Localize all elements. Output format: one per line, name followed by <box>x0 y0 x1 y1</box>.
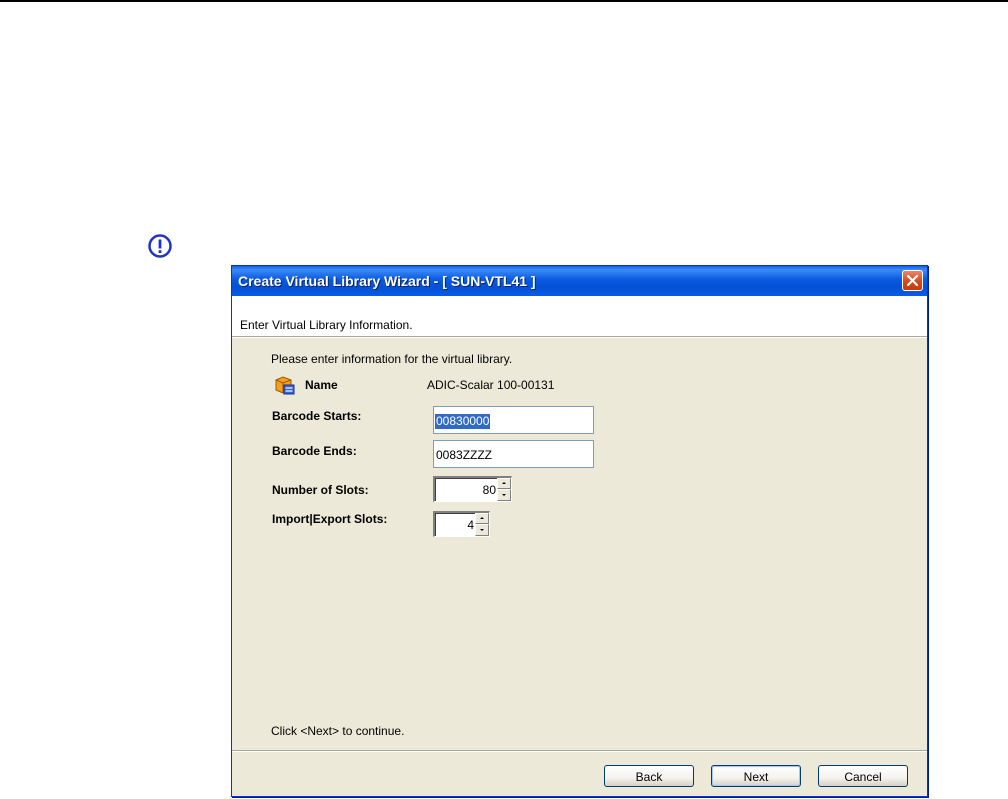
create-virtual-library-dialog: Create Virtual Library Wizard - [ SUN-VT… <box>231 265 928 797</box>
barcode-ends-value: 0083ZZZZ <box>436 448 493 462</box>
wizard-header: Enter Virtual Library Information. <box>232 296 927 338</box>
slots-spinner[interactable]: 80 <box>433 476 512 502</box>
cancel-button[interactable]: Cancel <box>818 765 908 787</box>
page-top-rule <box>0 0 1008 2</box>
ie-slots-label: Import|Export Slots: <box>272 512 388 526</box>
barcode-starts-label: Barcode Starts: <box>272 409 362 423</box>
intro-text: Please enter information for the virtual… <box>271 352 513 366</box>
name-label: Name <box>305 378 338 392</box>
next-button[interactable]: Next <box>711 765 801 787</box>
dialog-title: Create Virtual Library Wizard - [ SUN-VT… <box>238 273 536 289</box>
name-value: ADIC-Scalar 100-00131 <box>427 378 555 392</box>
wizard-step-title: Enter Virtual Library Information. <box>240 318 413 332</box>
barcode-ends-label: Barcode Ends: <box>272 444 357 458</box>
continue-hint: Click <Next> to continue. <box>271 724 405 738</box>
slots-decrement-button[interactable] <box>497 489 511 501</box>
ie-slots-value: 4 <box>467 518 474 532</box>
slots-increment-button[interactable] <box>497 478 511 489</box>
ie-slots-decrement-button[interactable] <box>475 524 489 536</box>
button-bar: Back Next Cancel <box>232 750 927 796</box>
dialog-titlebar[interactable]: Create Virtual Library Wizard - [ SUN-VT… <box>232 266 927 296</box>
barcode-starts-input[interactable]: 00830000 <box>433 406 594 434</box>
ie-slots-increment-button[interactable] <box>475 513 489 524</box>
important-note-icon <box>147 233 173 259</box>
close-icon <box>906 274 919 287</box>
slots-label: Number of Slots: <box>272 483 369 497</box>
library-icon <box>273 374 295 396</box>
barcode-starts-value: 00830000 <box>435 414 491 429</box>
close-button[interactable] <box>902 270 923 291</box>
back-button[interactable]: Back <box>604 765 694 787</box>
wizard-content: Please enter information for the virtual… <box>232 339 927 746</box>
slots-value: 80 <box>482 483 496 497</box>
ie-slots-spinner[interactable]: 4 <box>433 511 490 537</box>
barcode-ends-input[interactable]: 0083ZZZZ <box>433 440 594 468</box>
